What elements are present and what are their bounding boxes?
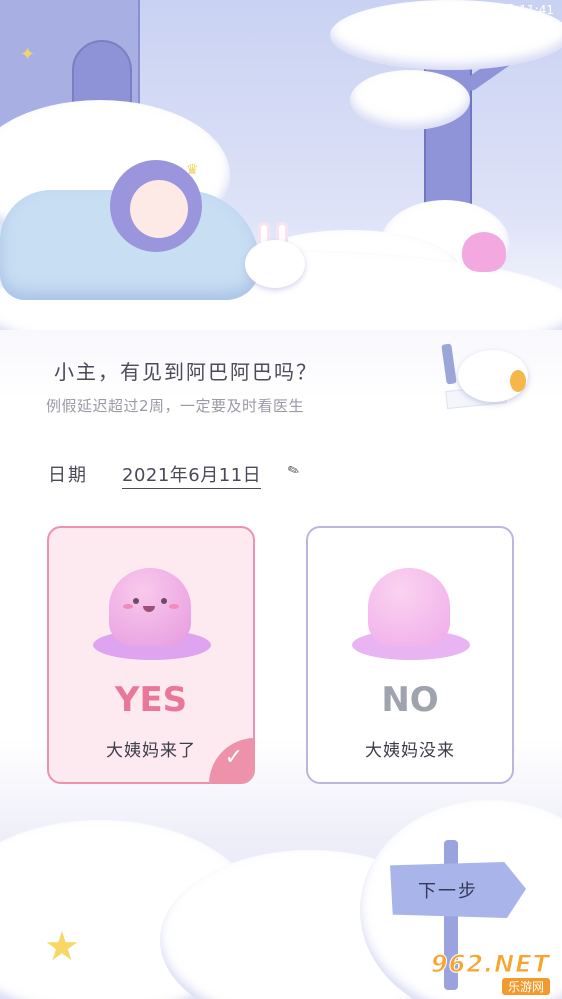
date-picker[interactable]: 2021年6月11日 xyxy=(122,461,262,489)
duck-illustration xyxy=(440,340,540,410)
date-label: 日期 xyxy=(48,465,88,486)
next-button-label[interactable]: 下一步 xyxy=(418,877,478,903)
jelly-blush xyxy=(123,604,133,609)
bunny-illustration xyxy=(245,240,305,288)
pencil-icon[interactable]: ✎ xyxy=(286,461,302,480)
header-illustration: ✦ ♛ xyxy=(0,0,562,330)
checkmark-icon: ✓ xyxy=(224,745,243,770)
watermark-sub: 乐游网 xyxy=(501,978,550,995)
watermark-main: 962.NET xyxy=(430,950,550,979)
jelly-dome xyxy=(368,568,450,646)
option-yes-card[interactable]: YES 大姨妈来了 ✓ xyxy=(47,526,255,784)
cloud-illustration xyxy=(350,70,470,130)
yellow-bird-icon: ✦ xyxy=(20,44,36,65)
jelly-mascot-illustration xyxy=(352,568,472,664)
crown-icon: ♛ xyxy=(186,162,199,178)
jelly-eye xyxy=(161,598,167,604)
girl-face-illustration xyxy=(130,180,188,238)
question-title: 小主，有见到阿巴阿巴吗？ xyxy=(54,360,318,384)
pink-blob-illustration xyxy=(462,232,506,272)
option-yes-word: YES xyxy=(114,680,188,720)
jelly-eye xyxy=(133,598,139,604)
cloud-illustration xyxy=(330,0,562,70)
star-mascot-icon: ★ xyxy=(44,924,80,970)
duck-bill-illustration xyxy=(510,370,526,392)
option-no-word: NO xyxy=(381,680,439,720)
jelly-mascot-illustration xyxy=(93,568,213,664)
jelly-blush xyxy=(169,604,179,609)
question-hint: 例假延迟超过2周，一定要及时看医生 xyxy=(46,397,305,415)
option-no-card[interactable]: NO 大姨妈没来 xyxy=(306,526,514,784)
watermark-logo: 962.NET 乐游网 xyxy=(422,950,554,995)
pen-illustration xyxy=(441,343,457,385)
option-no-label: 大姨妈没来 xyxy=(365,741,455,761)
